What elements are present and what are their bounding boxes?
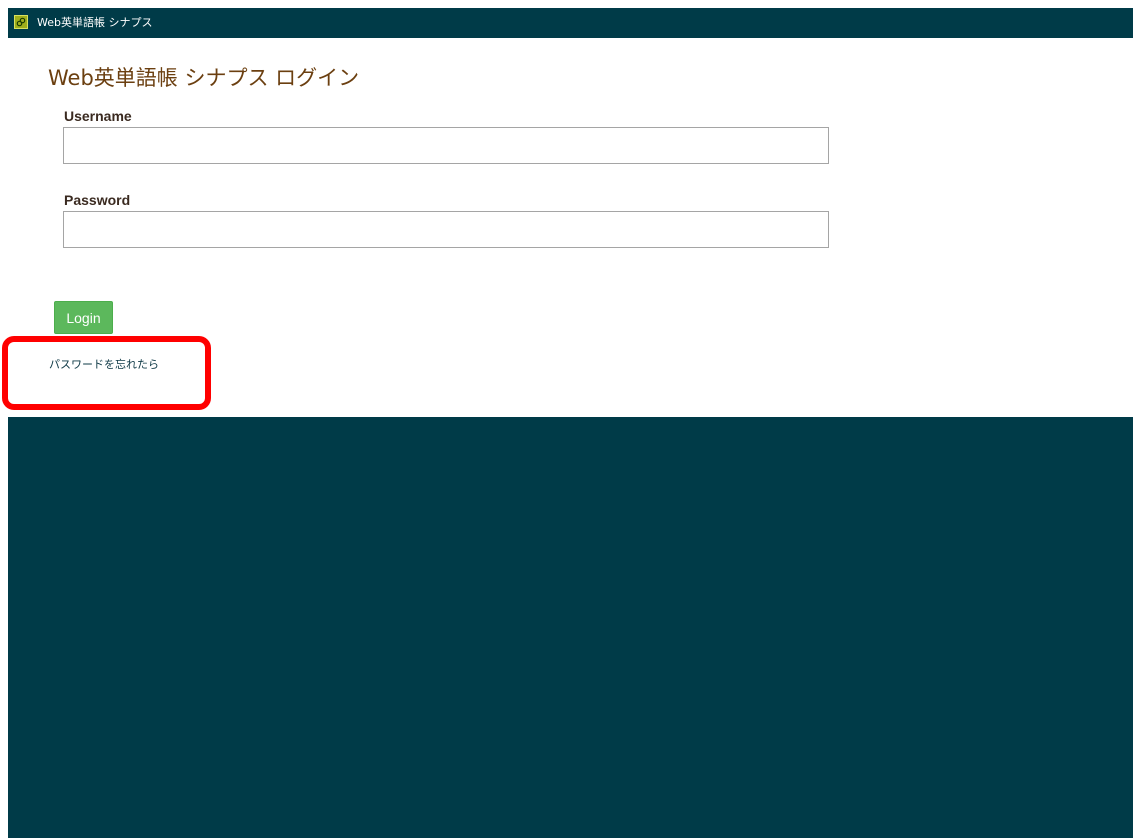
password-input[interactable] [63, 211, 829, 248]
username-label: Username [64, 108, 132, 124]
app-title: Web英単語帳 シナプス [37, 16, 153, 29]
login-panel: Web英単語帳 シナプス ログイン Username Password Logi… [8, 38, 1133, 417]
username-input[interactable] [63, 127, 829, 164]
password-label: Password [64, 192, 131, 208]
app-window: Web英単語帳 シナプス Web英単語帳 シナプス ログイン Username … [8, 8, 1133, 838]
title-bar: Web英単語帳 シナプス [8, 8, 1133, 38]
login-button[interactable]: Login [54, 301, 113, 334]
app-logo-icon [14, 15, 28, 29]
forgot-password-link[interactable]: パスワードを忘れたら [49, 356, 159, 372]
page-title: Web英単語帳 シナプス ログイン [48, 66, 360, 90]
